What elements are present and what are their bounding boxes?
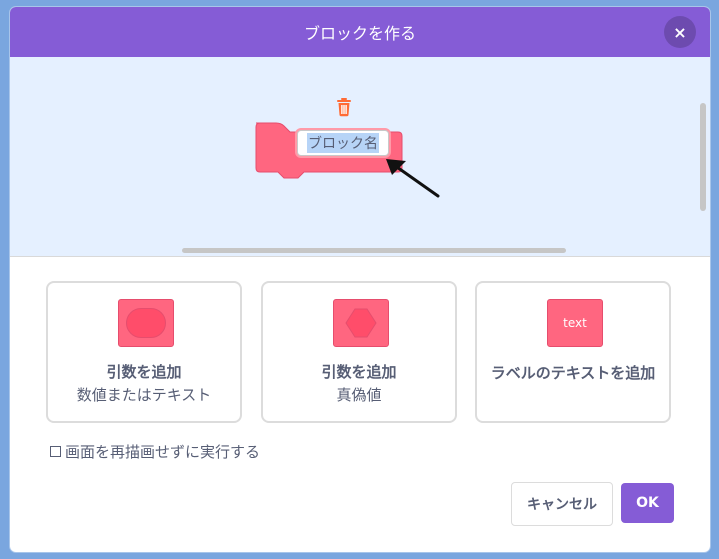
horizontal-scrollbar[interactable] (182, 248, 566, 253)
option-title: 引数を追加 (106, 363, 182, 381)
option-subtitle: 真偽値 (336, 386, 382, 404)
option-title: 引数を追加 (321, 363, 397, 381)
round-input-icon (118, 299, 174, 347)
option-title: ラベルのテキストを追加 (490, 364, 656, 382)
close-button[interactable]: × (664, 16, 696, 48)
checkbox-box[interactable] (50, 446, 61, 457)
modal-title: ブロックを作る (303, 24, 416, 43)
add-input-number-text-button[interactable]: 引数を追加 数値またはテキスト (46, 281, 242, 423)
trash-icon[interactable] (335, 97, 353, 117)
block-workspace[interactable]: ブロック名 (10, 57, 710, 257)
add-label-text-button[interactable]: text ラベルのテキストを追加 (475, 281, 671, 423)
cancel-button[interactable]: キャンセル (511, 482, 613, 526)
boolean-input-icon (333, 299, 389, 347)
block-name-text: ブロック名 (307, 133, 379, 153)
block-name-input[interactable]: ブロック名 (297, 130, 389, 156)
text-label-icon-text: text (563, 316, 587, 330)
close-icon: × (673, 22, 687, 42)
option-subtitle: 数値またはテキスト (76, 386, 212, 404)
boolean-input-shape (345, 308, 377, 338)
round-input-shape (126, 308, 166, 338)
checkbox-label: 画面を再描画せずに実行する (65, 443, 261, 461)
vertical-scrollbar[interactable] (700, 103, 706, 211)
custom-block-modal: ブロックを作る × ブロック名 引数を追加 数値またはテキスト 引数を追加 真偽… (10, 7, 710, 552)
add-input-boolean-button[interactable]: 引数を追加 真偽値 (261, 281, 457, 423)
modal-header: ブロックを作る × (10, 7, 710, 57)
pointer-arrow-icon (386, 159, 440, 198)
text-label-icon: text (547, 299, 603, 347)
run-without-refresh-checkbox[interactable]: 画面を再描画せずに実行する (50, 441, 260, 462)
ok-button[interactable]: OK (621, 483, 674, 523)
